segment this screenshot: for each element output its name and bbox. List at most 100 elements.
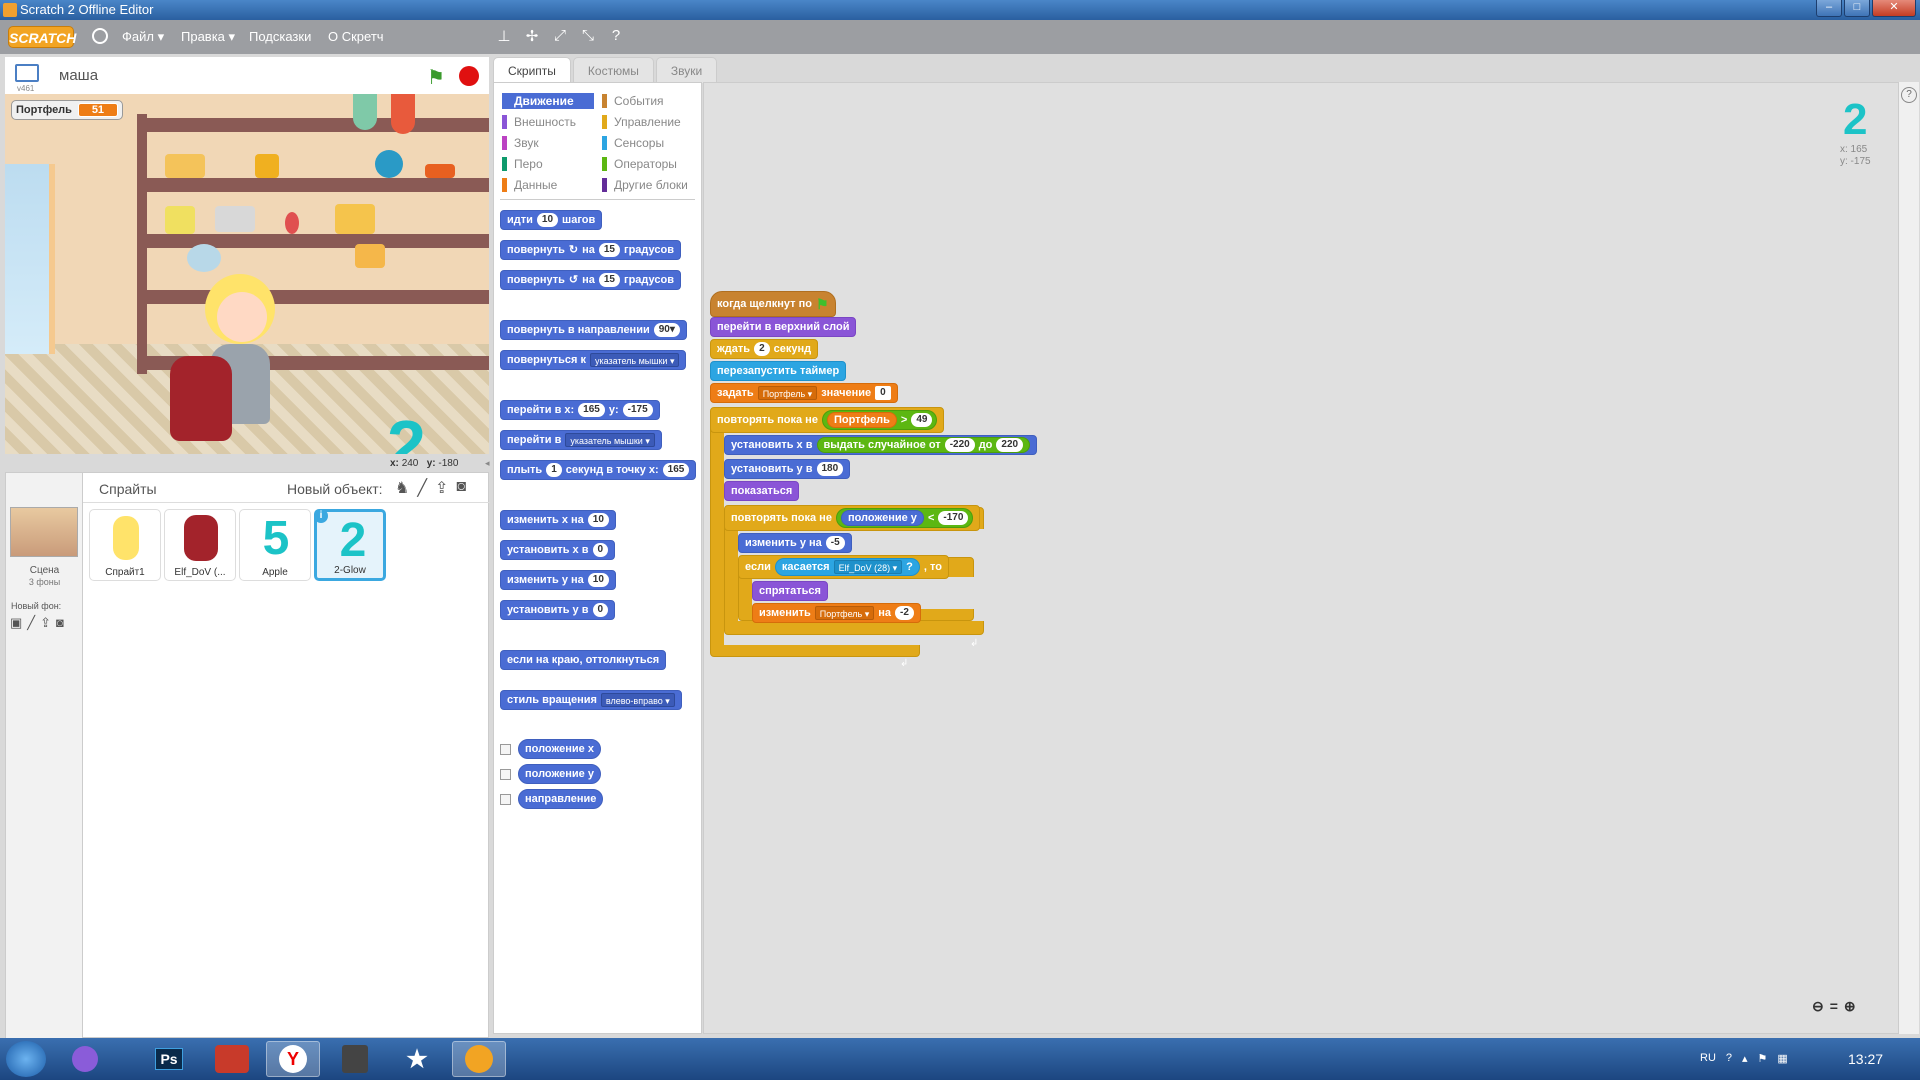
block-set-variable[interactable]: задать Портфель ▾ значение 0 (710, 383, 898, 403)
stage[interactable]: Портфель 51 2 (5, 94, 489, 454)
category-sensing[interactable]: Сенсоры (602, 135, 694, 151)
sprite-tile-selected[interactable]: i 2 2-Glow (314, 509, 386, 581)
backdrop-camera-icon[interactable]: ◙ (56, 615, 64, 631)
minimize-button[interactable]: – (1816, 0, 1842, 17)
block-glide[interactable]: плыть 1 секунд в точку x: 165 (500, 460, 696, 480)
block-change-x[interactable]: изменить x на 10 (500, 510, 616, 530)
block-move-steps[interactable]: идти 10 шагов (500, 210, 603, 230)
block-set-x-random[interactable]: установить x в выдать случайное от -220 до… (724, 435, 1038, 455)
block-turn-left[interactable]: повернуть ↺ на 15 градусов (500, 270, 681, 290)
block-show[interactable]: показаться (724, 481, 800, 501)
tab-sounds[interactable]: Звуки (655, 57, 718, 83)
scripts-area[interactable]: когда щелкнут по ⚑ перейти в верхний слой… (703, 82, 1899, 1034)
block-hide[interactable]: спрятаться (752, 581, 828, 601)
menu-file[interactable]: Файл ▾ (122, 29, 164, 45)
zoom-out-icon[interactable]: ⊖ (1812, 998, 1824, 1015)
info-icon[interactable]: i (314, 509, 328, 523)
scratch-logo[interactable]: SCRATCH (8, 26, 76, 48)
collapse-arrow-icon[interactable]: ◂ (485, 458, 493, 468)
block-bounce[interactable]: если на краю, оттолкнуться (500, 650, 667, 670)
block-point-direction[interactable]: повернуть в направлении 90▾ (500, 320, 687, 340)
category-looks[interactable]: Внешность (502, 114, 594, 130)
stop-icon[interactable] (459, 66, 479, 86)
block-wait[interactable]: ждать 2 секунд (710, 339, 819, 359)
category-events[interactable]: События (602, 93, 694, 109)
hat-when-flag-clicked[interactable]: когда щелкнут по ⚑ (710, 291, 836, 317)
sprite-library-icon[interactable]: ♞ (395, 478, 409, 498)
block-go-to-front[interactable]: перейти в верхний слой (710, 317, 857, 337)
stage-thumbnail[interactable] (10, 507, 78, 557)
tray-flag-icon[interactable]: ⚑ (1758, 1052, 1768, 1065)
checkbox-x-position[interactable] (500, 744, 511, 755)
block-set-y[interactable]: установить y в 180 (724, 459, 851, 479)
backdrop-upload-icon[interactable]: ⇪ (40, 615, 51, 631)
zoom-in-icon[interactable]: ⊕ (1844, 998, 1856, 1015)
language-indicator[interactable]: RU (1700, 1052, 1716, 1065)
sprite-tile[interactable]: 5 Apple (239, 509, 311, 581)
category-motion[interactable]: Движение (502, 93, 594, 109)
taskbar-scratch-icon[interactable] (452, 1041, 506, 1077)
block-goto-xy[interactable]: перейти в x: 165 y: -175 (500, 400, 660, 420)
duplicate-icon[interactable]: ⊥ (495, 27, 513, 45)
sprite-masha-face[interactable] (217, 292, 267, 342)
block-set-x[interactable]: установить x в0 (500, 540, 616, 560)
category-control[interactable]: Управление (602, 114, 694, 130)
block-repeat-until-inner[interactable]: повторять пока не положение y < -170 (724, 505, 981, 531)
sprite-upload-icon[interactable]: ⇪ (435, 478, 448, 498)
block-change-y[interactable]: изменить y на 10 (500, 570, 616, 590)
checkbox-y-position[interactable] (500, 769, 511, 780)
block-if[interactable]: если касается Elf_DoV (28) ▾? , то (738, 555, 949, 579)
sprite-paint-icon[interactable]: ╱ (417, 478, 427, 498)
checkbox-direction[interactable] (500, 794, 511, 805)
category-data[interactable]: Данные (502, 177, 594, 193)
tab-costumes[interactable]: Костюмы (572, 57, 654, 83)
category-more-blocks[interactable]: Другие блоки (602, 177, 694, 193)
reporter-direction[interactable]: направление (518, 789, 604, 809)
zoom-reset-icon[interactable]: = (1830, 998, 1838, 1015)
sprite-tile[interactable]: Elf_DoV (... (164, 509, 236, 581)
sprite-camera-icon[interactable]: ◙ (456, 478, 466, 498)
block-set-y[interactable]: установить y в0 (500, 600, 616, 620)
block-change-variable[interactable]: изменить Портфель ▾ на -2 (752, 603, 921, 623)
block-rotation-style[interactable]: стиль вращения влево-вправо ▾ (500, 690, 682, 710)
fullscreen-icon[interactable] (15, 64, 39, 82)
menu-about[interactable]: О Скретч (328, 29, 384, 44)
taskbar-tanks-icon[interactable] (328, 1041, 382, 1077)
menu-tips[interactable]: Подсказки (249, 29, 311, 44)
sprite-glow-2[interactable]: 2 (387, 410, 426, 454)
help-icon[interactable]: ? (607, 27, 625, 45)
reporter-y-position[interactable]: положение y (518, 764, 601, 784)
tray-help-icon[interactable]: ? (1726, 1052, 1732, 1065)
maximize-button[interactable]: □ (1844, 0, 1870, 17)
taskbar-mic-icon[interactable] (58, 1041, 112, 1077)
globe-icon[interactable] (92, 28, 108, 44)
sprite-backpack[interactable] (170, 356, 232, 441)
block-repeat-until[interactable]: повторять пока не Портфель > 49 (710, 407, 945, 433)
block-goto[interactable]: перейти в указатель мышки ▾ (500, 430, 662, 450)
tray-expand-icon[interactable]: ▴ (1742, 1052, 1748, 1065)
block-reset-timer[interactable]: перезапустить таймер (710, 361, 847, 381)
close-button[interactable]: ✕ (1872, 0, 1916, 17)
taskbar-photoshop-icon[interactable]: Ps (142, 1041, 196, 1077)
block-point-towards[interactable]: повернуться к указатель мышки ▾ (500, 350, 687, 370)
tray-network-icon[interactable]: ▦ (1777, 1052, 1787, 1065)
menu-edit[interactable]: Правка ▾ (181, 29, 235, 45)
sprite-tile[interactable]: Спрайт1 (89, 509, 161, 581)
category-pen[interactable]: Перо (502, 156, 594, 172)
backdrop-library-icon[interactable]: ▣ (10, 615, 22, 631)
category-operators[interactable]: Операторы (602, 156, 694, 172)
reporter-x-position[interactable]: положение x (518, 739, 601, 759)
category-sound[interactable]: Звук (502, 135, 594, 151)
project-title[interactable]: маша (59, 67, 98, 84)
green-flag-icon[interactable]: ⚑ (427, 65, 445, 90)
variable-monitor[interactable]: Портфель 51 (11, 100, 123, 120)
start-button[interactable] (6, 1041, 46, 1077)
block-turn-right[interactable]: повернуть ↻ на 15 градусов (500, 240, 681, 260)
cut-icon[interactable]: ✢ (523, 27, 541, 45)
shrink-icon[interactable]: ⤡ (579, 27, 597, 45)
taskbar-star-icon[interactable]: ★ (390, 1041, 444, 1077)
help-icon[interactable]: ? (1901, 87, 1917, 103)
backdrop-paint-icon[interactable]: ╱ (27, 615, 35, 631)
grow-icon[interactable]: ⤢ (551, 27, 569, 45)
block-change-y[interactable]: изменить y на -5 (738, 533, 852, 553)
